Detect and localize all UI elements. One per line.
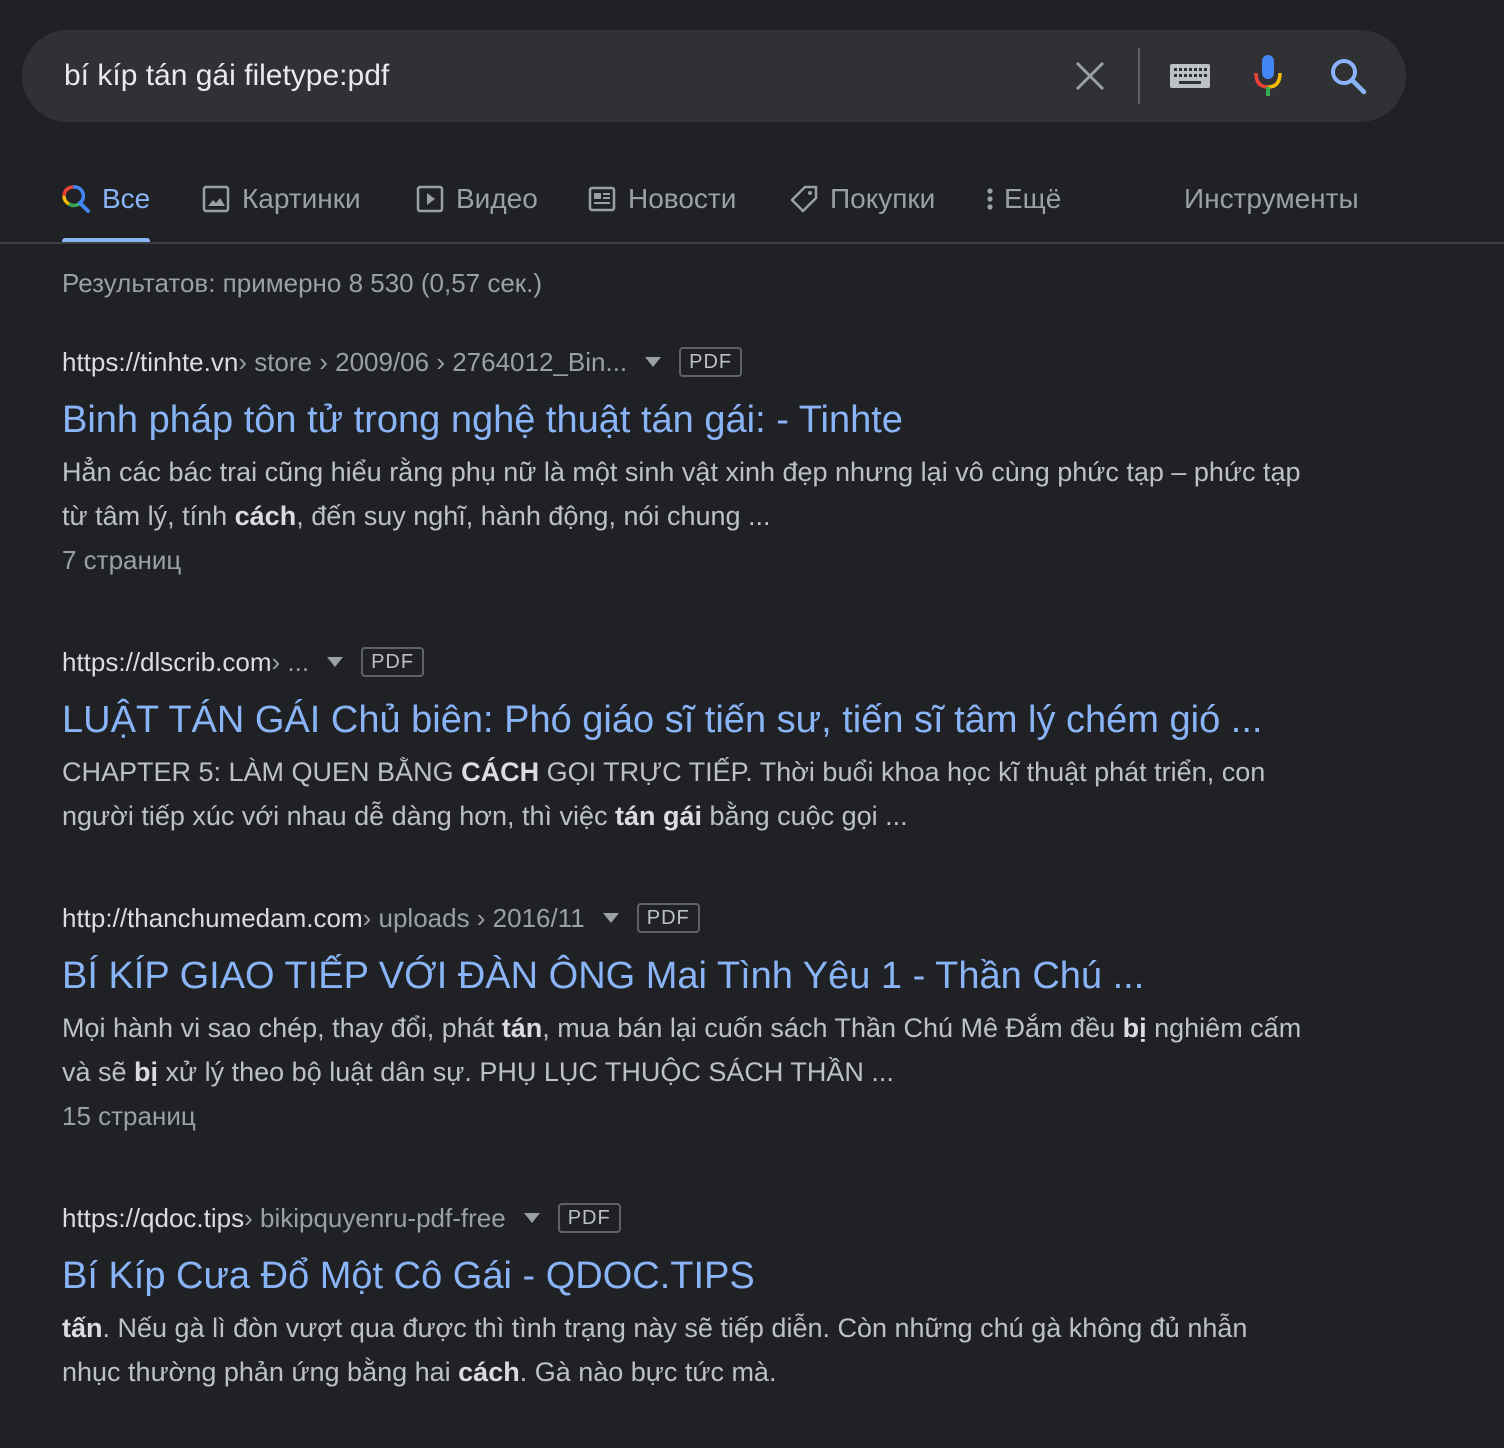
tools-button[interactable]: Инструменты: [1184, 160, 1359, 238]
close-icon[interactable]: [1068, 30, 1112, 122]
google-search-icon: [62, 185, 90, 213]
search-icon[interactable]: [1326, 30, 1370, 122]
more-vert-icon: [986, 187, 994, 211]
breadcrumb: https://dlscrib.com › ... PDF: [62, 642, 1362, 682]
result-page-count: 15 страниц: [62, 1101, 196, 1131]
result-domain: https://qdoc.tips: [62, 1202, 245, 1233]
breadcrumb: https://tinhte.vn › store › 2009/06 › 27…: [62, 342, 1362, 382]
result-domain: https://dlscrib.com: [62, 646, 272, 677]
result-snippet: Mọi hành vi sao chép, thay đổi, phát tán…: [62, 1013, 1302, 1087]
result-domain: http://thanchumedam.com: [62, 902, 363, 933]
breadcrumb: https://qdoc.tips › bikipquyenru-pdf-fre…: [62, 1198, 1362, 1238]
caret-down-icon[interactable]: [602, 913, 619, 923]
result-title-link[interactable]: LUẬT TÁN GÁI Chủ biên: Phó giáo sĩ tiến …: [62, 694, 1362, 746]
result-title-link[interactable]: Bí Kíp Cưa Đổ Một Cô Gái - QDOC.TIPS: [62, 1250, 1362, 1302]
tab-label: Новости: [628, 183, 737, 214]
tab-label: Все: [102, 183, 151, 214]
tab-news[interactable]: Новости: [588, 160, 736, 244]
result-path: › bikipquyenru-pdf-free: [244, 1202, 506, 1233]
breadcrumb: http://thanchumedam.com › uploads › 2016…: [62, 898, 1362, 938]
caret-down-icon[interactable]: [645, 357, 662, 367]
tab-video[interactable]: Видео: [416, 160, 538, 244]
image-icon: [202, 185, 230, 213]
result-snippet: CHAPTER 5: LÀM QUEN BẰNG CÁCH GỌI TRỰC T…: [62, 757, 1266, 831]
tab-all[interactable]: Все: [62, 160, 151, 244]
result-stats: Результатов: примерно 8 530 (0,57 сек.): [62, 268, 543, 298]
news-icon: [588, 186, 616, 212]
tab-label: Картинки: [242, 183, 361, 214]
tab-shopping[interactable]: Покупки: [790, 160, 935, 244]
tab-label: Ещё: [1004, 183, 1062, 214]
tab-label: Покупки: [830, 183, 936, 214]
result-path: › uploads › 2016/11: [362, 902, 585, 933]
caret-down-icon[interactable]: [327, 657, 344, 667]
pdf-badge: PDF: [679, 347, 743, 377]
result-domain: https://tinhte.vn: [62, 346, 239, 377]
search-result: https://tinhte.vn › store › 2009/06 › 27…: [62, 342, 1362, 582]
video-play-icon: [416, 185, 444, 213]
caret-down-icon[interactable]: [523, 1213, 540, 1223]
result-snippet: tấn. Nếu gà lì đòn vượt qua được thì tìn…: [62, 1313, 1248, 1387]
result-page-count: 7 страниц: [62, 545, 182, 575]
search-result: https://dlscrib.com › ... PDF LUẬT TÁN G…: [62, 642, 1362, 838]
tab-more[interactable]: Ещё: [986, 160, 1061, 244]
search-input[interactable]: bí kíp tán gái filetype:pdf: [64, 30, 389, 122]
result-path: › store › 2009/06 › 2764012_Bin...: [238, 346, 628, 377]
search-result: http://thanchumedam.com › uploads › 2016…: [62, 898, 1362, 1138]
tab-label: Видео: [456, 183, 538, 214]
keyboard-icon[interactable]: [1166, 30, 1214, 122]
search-results-page: bí kíp tán gái filetype:pdf Все Картинки…: [0, 0, 1504, 1448]
pdf-badge: PDF: [557, 1203, 621, 1233]
tabs-divider: [0, 242, 1504, 244]
result-path: › ...: [271, 646, 310, 677]
pdf-badge: PDF: [636, 903, 700, 933]
search-bar-divider: [1138, 48, 1140, 104]
result-title-link[interactable]: BÍ KÍP GIAO TIẾP VỚI ĐÀN ÔNG Mai Tình Yê…: [62, 950, 1362, 1002]
result-title-link[interactable]: Binh pháp tôn tử trong nghệ thuật tán gá…: [62, 394, 1362, 446]
tab-images[interactable]: Картинки: [202, 160, 361, 244]
result-snippet: Hẳn các bác trai cũng hiểu rằng phụ nữ l…: [62, 457, 1301, 531]
search-tabs: Все Картинки Видео Новости Покупки Ещё И…: [0, 160, 1504, 244]
search-bar[interactable]: bí kíp tán gái filetype:pdf: [22, 30, 1406, 122]
mic-icon[interactable]: [1250, 30, 1286, 122]
tag-icon: [790, 185, 818, 213]
search-result: https://qdoc.tips › bikipquyenru-pdf-fre…: [62, 1198, 1362, 1394]
pdf-badge: PDF: [361, 647, 425, 677]
